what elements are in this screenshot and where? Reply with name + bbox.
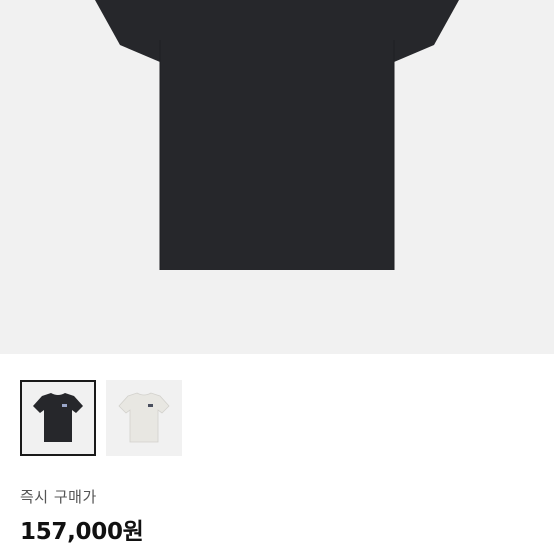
thumbnail-black[interactable] [20, 380, 96, 456]
black-tshirt-photo [95, 0, 459, 270]
black-tshirt-thumbnail [33, 393, 83, 442]
thumbnail-white[interactable] [106, 380, 182, 456]
product-main-image [0, 0, 554, 354]
white-tshirt-thumbnail [118, 392, 170, 443]
instant-purchase-label: 즉시 구매가 [20, 488, 97, 506]
thumbnail-strip [20, 380, 182, 456]
price-text: 157,000원 [20, 519, 144, 545]
